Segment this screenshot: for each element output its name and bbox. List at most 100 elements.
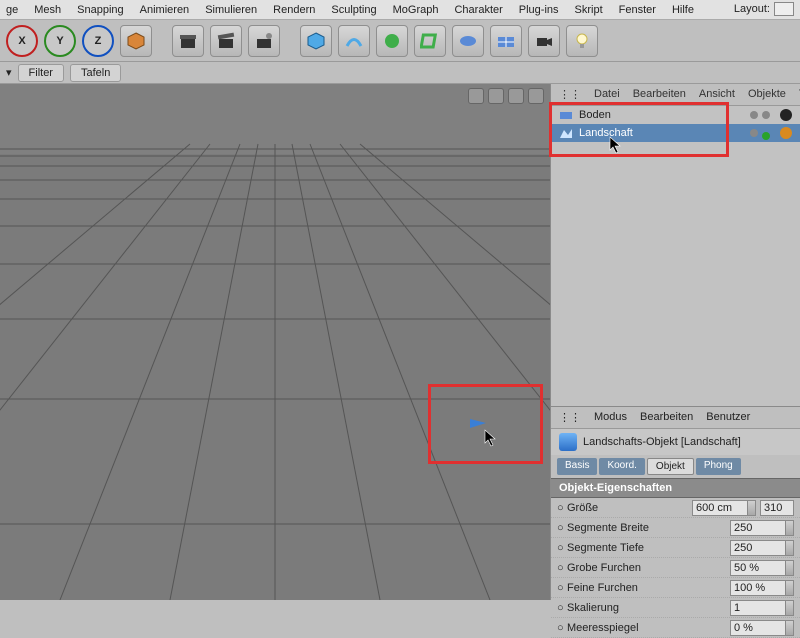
am-menu-item[interactable]: Modus bbox=[594, 411, 627, 424]
om-menu-item[interactable]: Bearbeiten bbox=[633, 88, 686, 101]
layout-selector[interactable]: Layout: bbox=[734, 2, 794, 16]
object-row-boden[interactable]: Boden bbox=[551, 106, 800, 124]
perspective-grid bbox=[0, 84, 550, 600]
bullet-icon: ○ bbox=[557, 502, 567, 514]
prop-feine-furchen: ○ Feine Furchen 100 % bbox=[551, 578, 800, 598]
prop-meeresspiegel: ○ Meeresspiegel 0 % bbox=[551, 618, 800, 638]
attribute-manager: ⋮⋮ Modus Bearbeiten Benutzer Landschafts… bbox=[551, 406, 800, 638]
menu-item[interactable]: Sculpting bbox=[331, 4, 376, 16]
om-menu-item[interactable]: Ansicht bbox=[699, 88, 735, 101]
grip-icon[interactable]: ⋮⋮ bbox=[559, 411, 581, 424]
environment-tool-icon[interactable] bbox=[452, 25, 484, 57]
cube-tool-icon[interactable] bbox=[120, 25, 152, 57]
prop-grobe-furchen: ○ Grobe Furchen 50 % bbox=[551, 558, 800, 578]
axis-x-button[interactable]: X bbox=[6, 25, 38, 57]
spinner-icon[interactable] bbox=[785, 521, 793, 535]
prop-field[interactable]: 250 bbox=[730, 520, 794, 536]
object-label: Landschaft bbox=[579, 127, 633, 139]
spinner-icon[interactable] bbox=[785, 621, 793, 635]
prop-segmente-tiefe: ○ Segmente Tiefe 250 bbox=[551, 538, 800, 558]
object-row-landschaft[interactable]: Landschaft bbox=[551, 124, 800, 142]
menu-item[interactable]: Rendern bbox=[273, 4, 315, 16]
spinner-icon[interactable] bbox=[785, 541, 793, 555]
vp-move-icon[interactable] bbox=[468, 88, 484, 104]
vp-max-icon[interactable] bbox=[528, 88, 544, 104]
spinner-icon[interactable] bbox=[785, 581, 793, 595]
prop-field[interactable]: 100 % bbox=[730, 580, 794, 596]
prop-field-extra[interactable]: 310 bbox=[760, 500, 794, 516]
prop-field[interactable]: 250 bbox=[730, 540, 794, 556]
viewport[interactable] bbox=[0, 84, 550, 600]
menu-item[interactable]: Mesh bbox=[34, 4, 61, 16]
viewport-nav-icons bbox=[468, 88, 544, 104]
vp-zoom-icon[interactable] bbox=[488, 88, 504, 104]
menu-item[interactable]: ge bbox=[6, 4, 18, 16]
menu-item[interactable]: MoGraph bbox=[393, 4, 439, 16]
tab-basis[interactable]: Basis bbox=[557, 458, 597, 475]
spinner-icon[interactable] bbox=[785, 601, 793, 615]
axis-y-button[interactable]: Y bbox=[44, 25, 76, 57]
spline-tool-icon[interactable] bbox=[338, 25, 370, 57]
tafeln-chip[interactable]: Tafeln bbox=[70, 64, 121, 82]
prop-field[interactable]: 600 cm bbox=[692, 500, 756, 516]
bullet-icon: ○ bbox=[557, 582, 567, 594]
prop-label: Meeresspiegel bbox=[567, 622, 730, 634]
object-manager[interactable]: Boden Landschaft bbox=[551, 106, 800, 406]
primitive-cube-icon[interactable] bbox=[300, 25, 332, 57]
prop-label: Segmente Breite bbox=[567, 522, 730, 534]
landscape-object-icon bbox=[559, 126, 573, 140]
tab-objekt[interactable]: Objekt bbox=[647, 458, 694, 475]
spinner-icon[interactable] bbox=[785, 561, 793, 575]
grip-icon[interactable]: ⋮⋮ bbox=[559, 88, 581, 101]
vp-rotate-icon[interactable] bbox=[508, 88, 524, 104]
camera-tool-icon[interactable] bbox=[528, 25, 560, 57]
floor-object-icon bbox=[559, 108, 573, 122]
main-menubar: ge Mesh Snapping Animieren Simulieren Re… bbox=[0, 0, 800, 20]
clapper-tool-icon[interactable] bbox=[172, 25, 204, 57]
attribute-manager-menu: ⋮⋮ Modus Bearbeiten Benutzer bbox=[551, 407, 800, 429]
clapper2-tool-icon[interactable] bbox=[210, 25, 242, 57]
attribute-title-text: Landschafts-Objekt [Landschaft] bbox=[583, 436, 741, 448]
prop-field[interactable]: 1 bbox=[730, 600, 794, 616]
am-menu-item[interactable]: Benutzer bbox=[706, 411, 750, 424]
main-toolbar: X Y Z bbox=[0, 20, 800, 62]
menu-item[interactable]: Skript bbox=[575, 4, 603, 16]
spinner-icon[interactable] bbox=[747, 501, 755, 515]
filter-chip[interactable]: Filter bbox=[18, 64, 64, 82]
prop-skalierung: ○ Skalierung 1 bbox=[551, 598, 800, 618]
landscape-icon bbox=[559, 433, 577, 451]
menu-item[interactable]: Fenster bbox=[619, 4, 656, 16]
light-tool-icon[interactable] bbox=[566, 25, 598, 57]
menu-item[interactable]: Animieren bbox=[140, 4, 190, 16]
bullet-icon: ○ bbox=[557, 522, 567, 534]
tab-phong[interactable]: Phong bbox=[696, 458, 741, 475]
prop-field[interactable]: 0 % bbox=[730, 620, 794, 636]
layout-label: Layout: bbox=[734, 3, 770, 15]
side-panels: ⋮⋮ Datei Bearbeiten Ansicht Objekte T Bo… bbox=[550, 84, 800, 600]
render-settings-icon[interactable] bbox=[248, 25, 280, 57]
object-label: Boden bbox=[579, 109, 611, 121]
tab-koord[interactable]: Koord. bbox=[599, 458, 644, 475]
menu-item[interactable]: Hilfe bbox=[672, 4, 694, 16]
generator-tool-icon[interactable] bbox=[376, 25, 408, 57]
deformer-tool-icon[interactable] bbox=[414, 25, 446, 57]
layout-dropdown[interactable] bbox=[774, 2, 794, 16]
om-menu-item[interactable]: Datei bbox=[594, 88, 620, 101]
menu-item[interactable]: Charakter bbox=[454, 4, 502, 16]
sub-toolbar: ▾ Filter Tafeln bbox=[0, 62, 800, 84]
am-menu-item[interactable]: Bearbeiten bbox=[640, 411, 693, 424]
axis-z-button[interactable]: Z bbox=[82, 25, 114, 57]
prop-field[interactable]: 50 % bbox=[730, 560, 794, 576]
menu-item[interactable]: Snapping bbox=[77, 4, 124, 16]
bullet-icon: ○ bbox=[557, 542, 567, 554]
prop-label: Grobe Furchen bbox=[567, 562, 730, 574]
section-header: Objekt-Eigenschaften bbox=[551, 478, 800, 498]
menu-item[interactable]: Plug-ins bbox=[519, 4, 559, 16]
om-menu-item[interactable]: Objekte bbox=[748, 88, 786, 101]
prop-segmente-breite: ○ Segmente Breite 250 bbox=[551, 518, 800, 538]
floor-tool-icon[interactable] bbox=[490, 25, 522, 57]
menu-item[interactable]: Simulieren bbox=[205, 4, 257, 16]
object-manager-menu: ⋮⋮ Datei Bearbeiten Ansicht Objekte T bbox=[551, 84, 800, 106]
prop-label: Segmente Tiefe bbox=[567, 542, 730, 554]
dropdown-arrow-icon[interactable]: ▾ bbox=[6, 66, 12, 79]
